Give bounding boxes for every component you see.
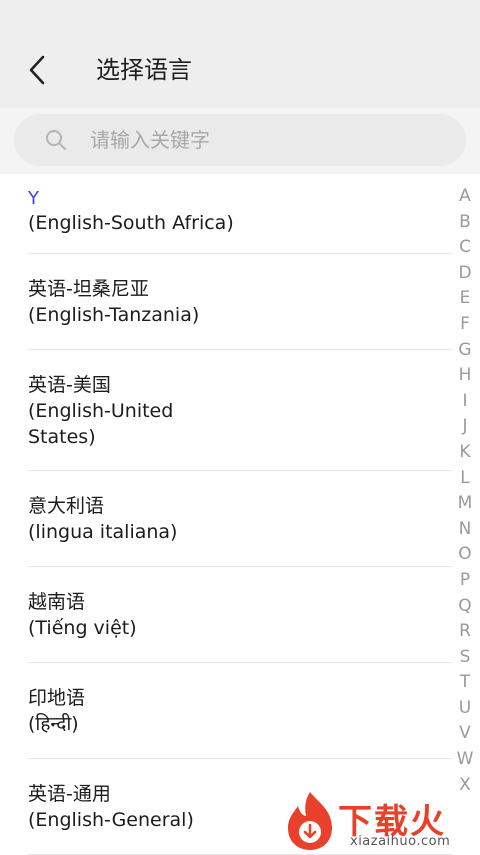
list-item[interactable]: 意大利语 (lingua italiana) — [28, 471, 452, 567]
index-letter[interactable]: E — [450, 286, 480, 312]
list-item-label: 印地语 — [28, 687, 86, 709]
back-button[interactable] — [22, 50, 52, 90]
list-item-label: (English-United — [28, 400, 174, 422]
page-title: 选择语言 — [96, 56, 192, 84]
index-letter[interactable]: R — [450, 619, 480, 645]
index-letter[interactable]: I — [450, 389, 480, 415]
index-letter[interactable]: F — [450, 312, 480, 338]
list-item-label: (lingua italiana) — [28, 521, 178, 543]
list-item-label: (English-South Africa) — [28, 212, 234, 234]
index-letter[interactable]: L — [450, 466, 480, 492]
index-letter[interactable]: C — [450, 235, 480, 261]
list-item-label: (हिन्दी) — [28, 713, 79, 735]
watermark: 下载火 xiazaihuo.com — [280, 790, 480, 855]
list-item-label: 意大利语 — [28, 495, 105, 517]
list-item-label: 英语-美国 — [28, 374, 111, 396]
search-bar-area — [0, 108, 480, 174]
watermark-url: xiazaihuo.com — [350, 834, 451, 849]
index-letter[interactable]: Q — [450, 594, 480, 620]
index-letter[interactable]: U — [450, 696, 480, 722]
list-item-label: States) — [28, 426, 96, 448]
language-list: Y (English-South Africa) 英语-坦桑尼亚 (English-… — [0, 174, 480, 855]
index-letter[interactable]: H — [450, 363, 480, 389]
section-header: Y — [28, 188, 47, 209]
index-letter[interactable]: W — [450, 747, 480, 773]
list-item-label: (Tiếng việt) — [28, 617, 137, 639]
flame-logo-icon — [288, 792, 332, 850]
list-item[interactable]: 英语-美国 (English-United States) — [28, 350, 452, 471]
title-bar: 选择语言 — [0, 0, 480, 108]
index-letter[interactable]: G — [450, 338, 480, 364]
search-box[interactable] — [14, 114, 466, 166]
list-item[interactable]: 印地语 (हिन्दी) — [28, 663, 452, 759]
search-input[interactable] — [88, 119, 422, 161]
index-letter[interactable]: A — [450, 184, 480, 210]
index-letter[interactable]: J — [450, 414, 480, 440]
list-item-label: (English-Tanzania) — [28, 304, 200, 326]
index-letter[interactable]: D — [450, 261, 480, 287]
index-letter[interactable]: M — [450, 491, 480, 517]
index-letter[interactable]: V — [450, 721, 480, 747]
chevron-left-icon — [29, 55, 45, 85]
index-letter[interactable]: P — [450, 568, 480, 594]
list-item[interactable]: (English-South Africa) — [28, 190, 452, 254]
index-letter[interactable]: O — [450, 542, 480, 568]
index-letter[interactable]: K — [450, 440, 480, 466]
search-icon — [46, 130, 66, 150]
list-item-label: 英语-坦桑尼亚 — [28, 278, 149, 300]
index-letter[interactable]: S — [450, 645, 480, 671]
index-letter[interactable]: T — [450, 670, 480, 696]
index-letter[interactable]: B — [450, 210, 480, 236]
list-item-label: 越南语 — [28, 591, 86, 613]
alphabet-index: ABCDEFGHIJKLMNOPQRSTUVWX — [450, 184, 480, 798]
list-item[interactable]: 英语-坦桑尼亚 (English-Tanzania) — [28, 254, 452, 350]
index-letter[interactable]: N — [450, 517, 480, 543]
list-item[interactable]: 越南语 (Tiếng việt) — [28, 567, 452, 663]
